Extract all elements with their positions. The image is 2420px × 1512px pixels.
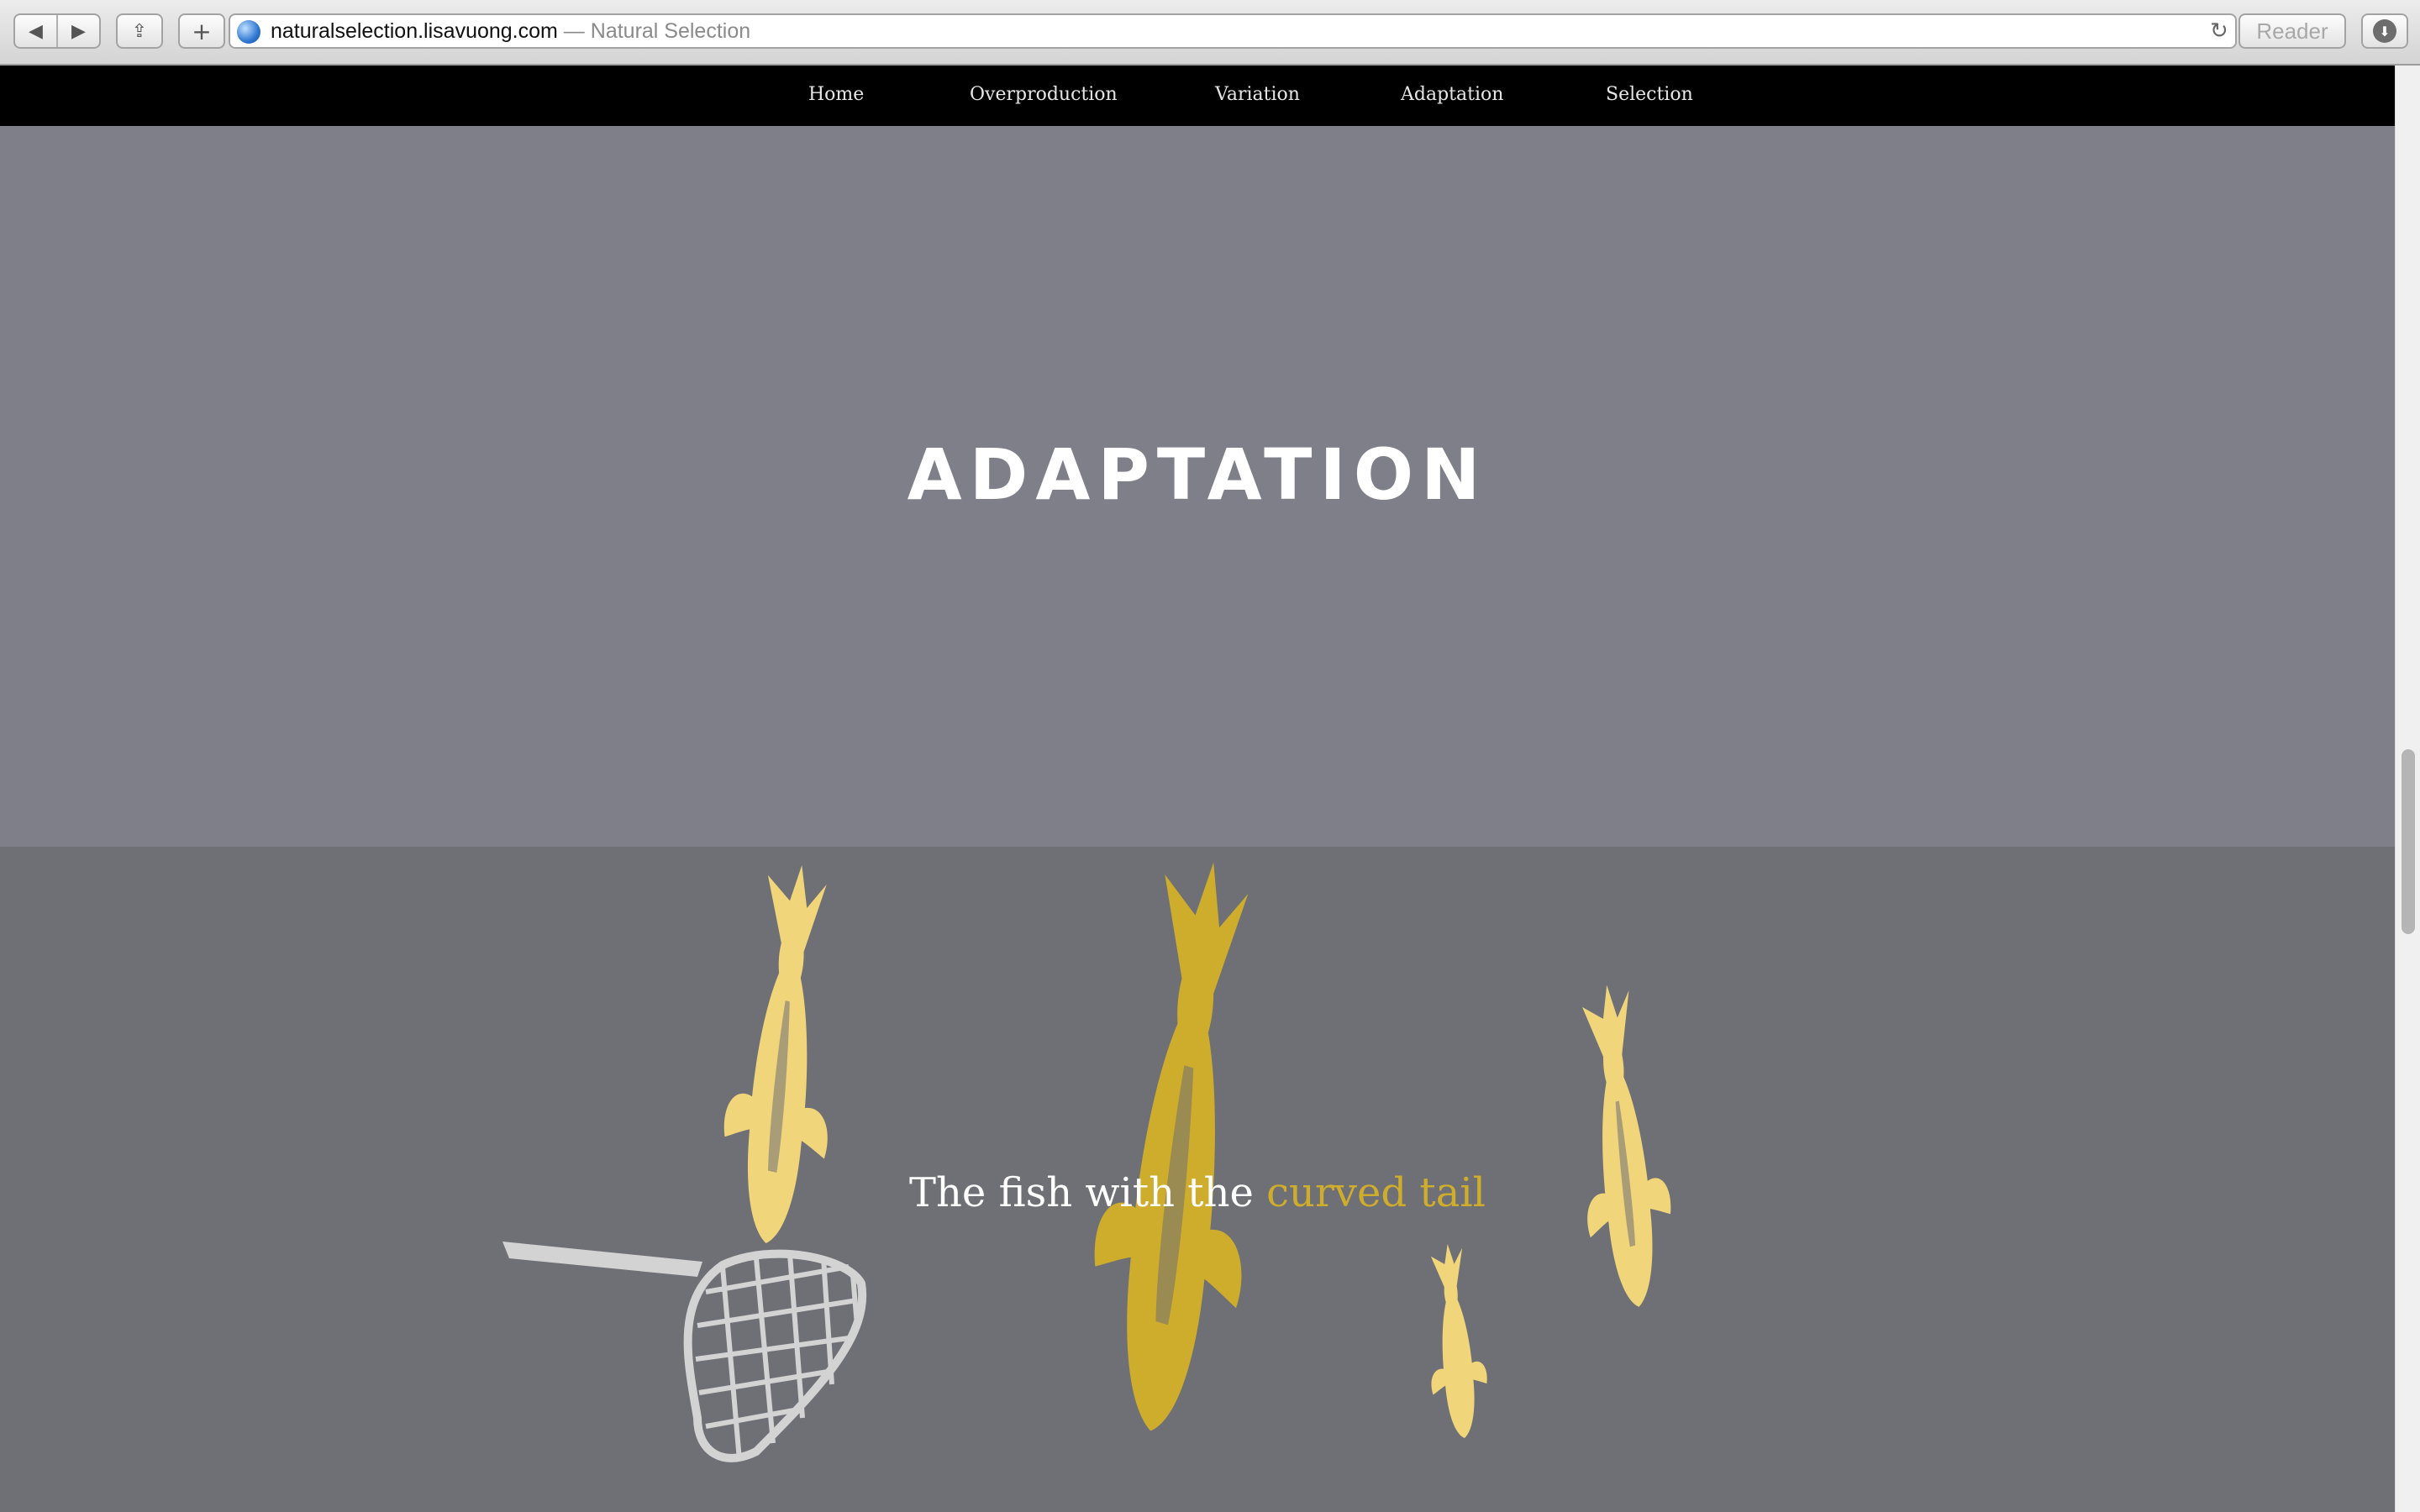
vertical-scrollbar[interactable] bbox=[2395, 66, 2420, 1512]
nav-variation[interactable]: Variation bbox=[1215, 84, 1300, 105]
scene-caption: The fish with the curved tail bbox=[0, 1169, 2395, 1216]
forward-button[interactable]: ▶ bbox=[58, 15, 99, 47]
fishing-net bbox=[683, 1249, 867, 1462]
fish-scene: The fish with the curved tail bbox=[0, 847, 2395, 1512]
url-separator: — bbox=[557, 19, 591, 43]
fish-gold-large bbox=[1077, 847, 1284, 1452]
address-bar[interactable]: naturalselection.lisavuong.com — Natural… bbox=[229, 13, 2237, 49]
nav-home[interactable]: Home bbox=[808, 84, 864, 105]
back-forward-buttons: ◀ ▶ bbox=[13, 13, 101, 49]
caption-highlight: curved tail bbox=[1266, 1169, 1486, 1216]
fish-pale-small bbox=[1418, 1238, 1492, 1445]
browser-toolbar: ◀ ▶ ⇪ + naturalselection.lisavuong.com —… bbox=[0, 0, 2420, 66]
url-text: naturalselection.lisavuong.com bbox=[271, 19, 558, 43]
downloads-button[interactable]: ⬇ bbox=[2361, 13, 2408, 49]
fish-pale-right bbox=[1563, 973, 1681, 1320]
scrollbar-thumb[interactable] bbox=[2402, 749, 2415, 934]
nav-selection[interactable]: Selection bbox=[1606, 84, 1693, 105]
site-nav: Home Overproduction Variation Adaptation… bbox=[0, 66, 2395, 126]
caption-prefix: The fish with the bbox=[908, 1169, 1267, 1216]
back-button[interactable]: ◀ bbox=[15, 15, 58, 47]
net-handle bbox=[502, 1242, 702, 1277]
download-icon: ⬇ bbox=[2373, 19, 2396, 43]
globe-icon bbox=[237, 20, 260, 44]
reader-button[interactable]: Reader bbox=[2238, 13, 2346, 49]
page-title-text: Natural Selection bbox=[590, 19, 751, 43]
share-button[interactable]: ⇪ bbox=[116, 13, 163, 49]
reload-icon[interactable]: ↻ bbox=[2210, 18, 2228, 44]
hero-section: ADAPTATION bbox=[0, 126, 2395, 847]
plus-icon: + bbox=[192, 17, 212, 45]
nav-overproduction[interactable]: Overproduction bbox=[970, 84, 1118, 105]
add-bookmark-button[interactable]: + bbox=[178, 13, 225, 49]
nav-adaptation[interactable]: Adaptation bbox=[1401, 84, 1503, 105]
address-text[interactable]: naturalselection.lisavuong.com — Natural… bbox=[271, 19, 750, 44]
share-icon: ⇪ bbox=[131, 20, 148, 42]
section-title: ADAPTATION bbox=[907, 433, 1488, 516]
